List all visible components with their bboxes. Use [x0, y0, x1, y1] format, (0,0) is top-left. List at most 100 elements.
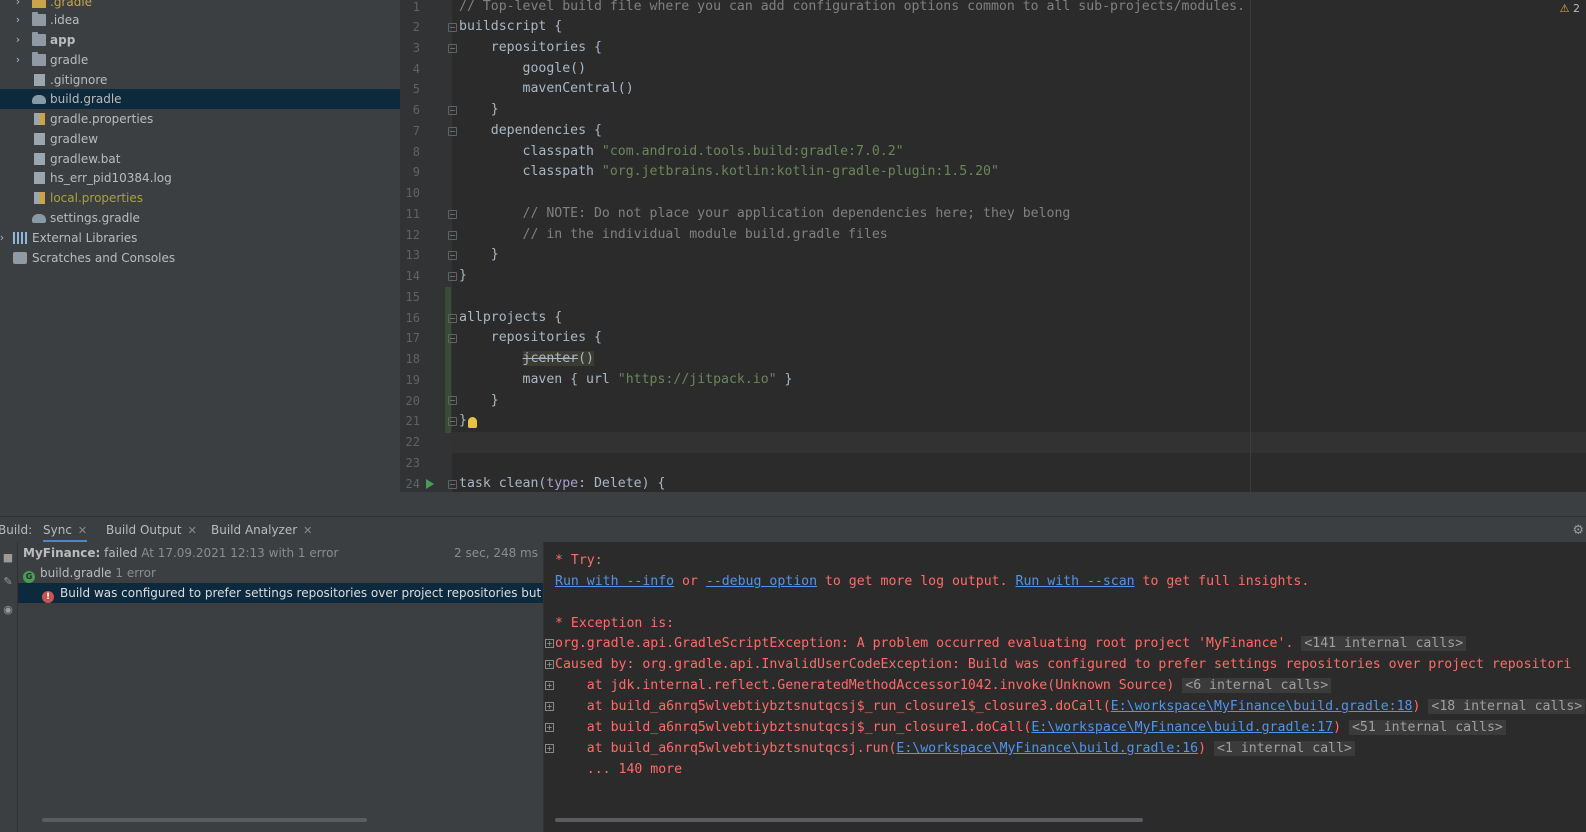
- warning-count-badge[interactable]: ⚠ 2: [1560, 2, 1580, 15]
- build-error-item[interactable]: ! Build was configured to prefer settings…: [18, 583, 543, 603]
- fold-icon[interactable]: −: [448, 210, 457, 219]
- tree-item-label: .idea: [50, 13, 80, 27]
- source-link[interactable]: E:\workspace\MyFinance\build.gradle:17: [1031, 720, 1333, 735]
- fold-icon[interactable]: −: [448, 272, 457, 281]
- log-file-icon: [34, 172, 45, 184]
- build-root-item[interactable]: MyFinance: failed At 17.09.2021 12:13 wi…: [18, 543, 543, 563]
- fold-icon[interactable]: −: [448, 396, 457, 405]
- internal-calls-fold[interactable]: <1 internal call>: [1214, 741, 1355, 756]
- tree-item-label: External Libraries: [32, 231, 138, 245]
- line-number: 6: [412, 103, 420, 117]
- horizontal-scrollbar[interactable]: [555, 818, 1143, 822]
- code-line-12: // in the individual module build.gradle…: [459, 227, 888, 242]
- source-link[interactable]: E:\workspace\MyFinance\build.gradle:18: [1111, 699, 1413, 714]
- line-number: 18: [405, 352, 420, 366]
- code-line-24: task clean(type: Delete) {: [459, 476, 666, 491]
- libraries-icon: [13, 232, 27, 244]
- internal-calls-fold[interactable]: <6 internal calls>: [1182, 678, 1332, 693]
- fold-icon[interactable]: −: [448, 251, 457, 260]
- build-error-message: Build was configured to prefer settings …: [60, 586, 543, 600]
- fold-icon[interactable]: −: [448, 23, 457, 32]
- tab-build-output[interactable]: Build Output ✕: [106, 517, 197, 543]
- close-icon[interactable]: ✕: [303, 524, 312, 537]
- chevron-right-icon[interactable]: ›: [13, 50, 23, 70]
- expand-icon[interactable]: +: [545, 639, 554, 648]
- tree-item-gitignore[interactable]: .gitignore: [0, 70, 400, 90]
- expand-icon[interactable]: +: [545, 723, 554, 732]
- fold-icon[interactable]: −: [448, 106, 457, 115]
- fold-icon[interactable]: −: [448, 334, 457, 343]
- tab-build-analyzer[interactable]: Build Analyzer ✕: [211, 517, 312, 543]
- expand-icon[interactable]: +: [545, 660, 554, 669]
- line-number: 21: [405, 414, 420, 428]
- tree-item-local-properties[interactable]: local.properties: [0, 188, 400, 208]
- eye-icon[interactable]: ◉: [2, 604, 14, 616]
- run-with-info-link[interactable]: Run with --info: [555, 574, 674, 589]
- code-editor[interactable]: ⚠ 2 1 2 3 4 5 6 7 8 9 10 11 12 13 14 15 16 17 18 19 20 21 22 2…: [400, 0, 1586, 492]
- build-console[interactable]: * Try: Run with --info or --debug option…: [545, 542, 1586, 832]
- chevron-right-icon[interactable]: ›: [13, 10, 23, 30]
- run-gutter-icon[interactable]: [426, 479, 434, 489]
- code-line-13: }: [459, 247, 499, 262]
- horizontal-scrollbar[interactable]: [42, 818, 367, 822]
- line-number: 14: [405, 269, 420, 283]
- tree-item-app[interactable]: › app: [0, 30, 400, 50]
- line-number: 17: [405, 331, 420, 345]
- close-icon[interactable]: ✕: [188, 524, 197, 537]
- debug-option-link[interactable]: --debug option: [706, 574, 817, 589]
- chevron-right-icon[interactable]: ›: [0, 228, 7, 248]
- tree-item-build-gradle[interactable]: build.gradle: [0, 89, 400, 109]
- chevron-right-icon[interactable]: ›: [13, 30, 23, 50]
- code-line-4: google(): [459, 61, 587, 76]
- line-number: 8: [412, 145, 420, 159]
- pin-icon[interactable]: ✎: [2, 576, 14, 588]
- code-line-21: }: [459, 413, 467, 428]
- tree-item-external-libraries[interactable]: › External Libraries: [0, 228, 400, 248]
- close-icon[interactable]: ✕: [78, 524, 87, 537]
- code-line-19: maven { url "https://jitpack.io" }: [459, 372, 793, 387]
- caret-line-highlight: [452, 432, 1586, 453]
- tab-sync[interactable]: Sync ✕: [43, 517, 88, 543]
- tree-item-gradlew[interactable]: gradlew: [0, 129, 400, 149]
- line-number: 11: [405, 207, 420, 221]
- internal-calls-fold[interactable]: <18 internal calls>: [1428, 699, 1586, 714]
- lightbulb-icon[interactable]: [468, 417, 477, 428]
- internal-calls-fold[interactable]: <141 internal calls>: [1301, 636, 1467, 651]
- tree-item-hs-err-log[interactable]: hs_err_pid10384.log: [0, 168, 400, 188]
- build-results-tree: MyFinance: failed At 17.09.2021 12:13 wi…: [18, 542, 544, 832]
- code-line-16: allprojects {: [459, 310, 563, 325]
- tree-item-gradlew-bat[interactable]: gradlew.bat: [0, 149, 400, 169]
- code-line-5: mavenCentral(): [459, 81, 634, 96]
- build-project-name: MyFinance:: [23, 546, 101, 560]
- tree-item-gradle[interactable]: › gradle: [0, 50, 400, 70]
- gradle-icon: [32, 214, 46, 223]
- line-number: 5: [412, 82, 420, 96]
- code-line-7: dependencies {: [459, 123, 602, 138]
- gear-icon[interactable]: ⚙: [1572, 523, 1584, 538]
- console-try-options: Run with --info or --debug option to get…: [555, 574, 1310, 589]
- tree-item-settings-gradle[interactable]: settings.gradle: [0, 208, 400, 228]
- expand-icon[interactable]: +: [545, 702, 554, 711]
- build-duration: 2 sec, 248 ms: [454, 546, 538, 560]
- code-line-1: // Top-level build file where you can ad…: [459, 0, 1246, 14]
- run-with-scan-link[interactable]: Run with --scan: [1016, 574, 1135, 589]
- fold-icon[interactable]: −: [448, 44, 457, 53]
- console-caused-by-line: Caused by: org.gradle.api.InvalidUserCod…: [555, 657, 1572, 672]
- tree-item-gradle-properties[interactable]: gradle.properties: [0, 109, 400, 129]
- source-link[interactable]: E:\workspace\MyFinance\build.gradle:16: [896, 741, 1198, 756]
- fold-icon[interactable]: −: [448, 480, 457, 489]
- internal-calls-fold[interactable]: <51 internal calls>: [1348, 720, 1506, 735]
- fold-icon[interactable]: −: [448, 417, 457, 426]
- expand-icon[interactable]: +: [545, 744, 554, 753]
- expand-icon[interactable]: +: [545, 681, 554, 690]
- tree-item-idea[interactable]: › .idea: [0, 10, 400, 30]
- line-number: 22: [405, 435, 420, 449]
- module-folder-icon: [32, 32, 46, 46]
- fold-icon[interactable]: −: [448, 314, 457, 323]
- tree-item-scratches[interactable]: Scratches and Consoles: [0, 248, 400, 268]
- fold-icon[interactable]: −: [448, 127, 457, 136]
- fold-icon[interactable]: −: [448, 231, 457, 240]
- stop-icon[interactable]: ■: [2, 552, 14, 564]
- warning-icon: ⚠: [1559, 2, 1570, 15]
- build-file-item[interactable]: Gbuild.gradle 1 error: [18, 563, 543, 583]
